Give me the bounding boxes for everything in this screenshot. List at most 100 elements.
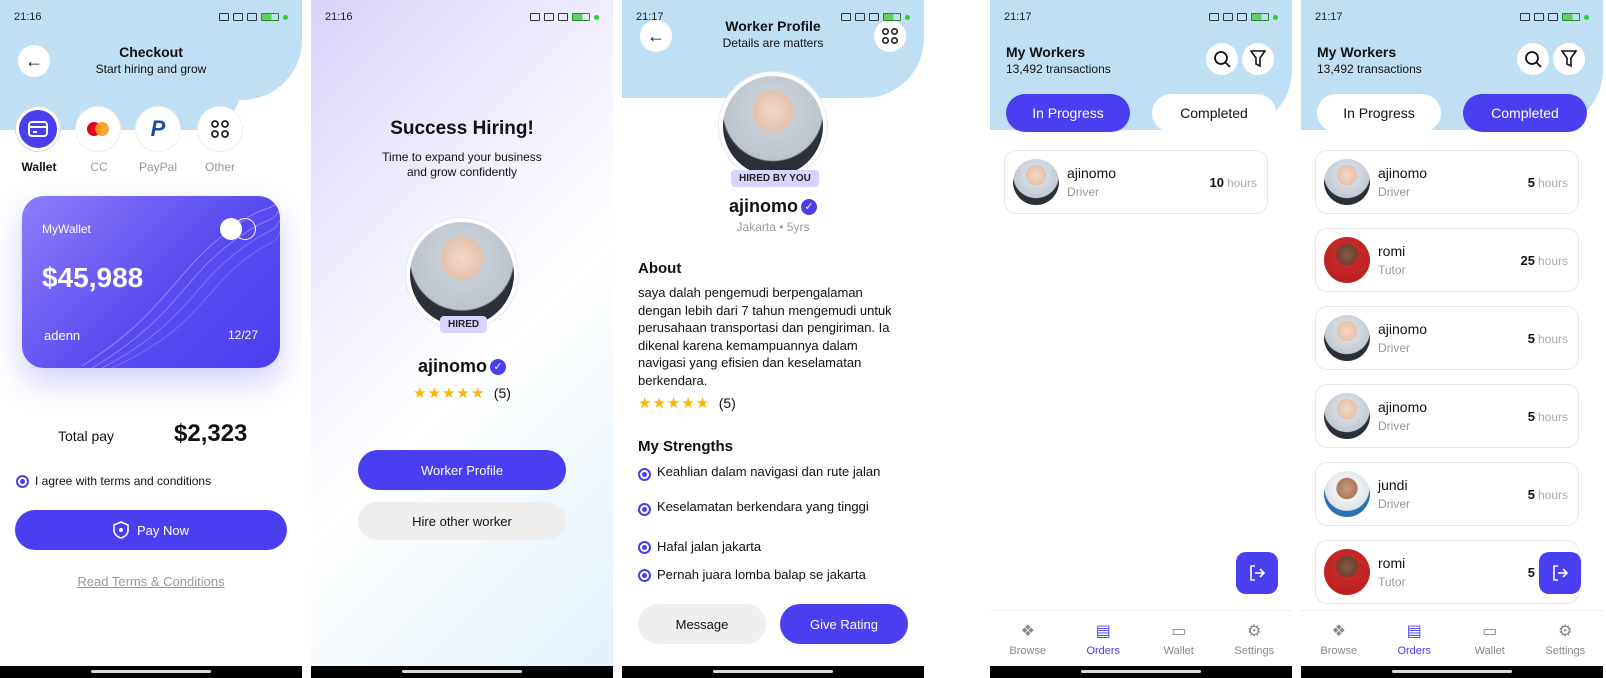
- worker-role: Tutor: [1378, 575, 1406, 589]
- hired-by-you-badge: HIRED BY YOU: [731, 170, 819, 187]
- star-rating-icon: ★★★★★: [638, 395, 711, 412]
- home-indicator: [1301, 666, 1603, 678]
- payment-method-cc[interactable]: [76, 107, 120, 151]
- status-icons: [219, 13, 288, 21]
- filter-button[interactable]: [1553, 43, 1585, 75]
- agree-text: I agree with terms and conditions: [35, 474, 212, 488]
- card-name: MyWallet: [42, 222, 91, 236]
- pay-now-label: Pay Now: [136, 522, 190, 538]
- browse-icon: ❖: [1020, 622, 1035, 640]
- wallet-icon: [28, 121, 48, 137]
- filter-button[interactable]: [1242, 43, 1274, 75]
- tab-completed[interactable]: Completed: [1152, 94, 1276, 132]
- search-icon: [1214, 51, 1231, 68]
- profile-rating-row: ★★★★★ (5): [638, 394, 736, 413]
- worker-hours: 25 hours: [1520, 253, 1569, 268]
- worker-list-item[interactable]: ajinomo Driver 5 hours: [1315, 150, 1579, 214]
- worker-profile-button[interactable]: Worker Profile: [358, 450, 566, 490]
- logout-fab[interactable]: [1236, 552, 1278, 594]
- worker-hours: 5hours: [1527, 331, 1568, 346]
- wallet-card[interactable]: MyWallet $45,988 adenn 12/27: [22, 196, 280, 368]
- worker-name: romi: [1378, 555, 1406, 571]
- filter-icon: [1250, 50, 1266, 68]
- worker-hours: 5hours: [1527, 409, 1568, 424]
- worker-avatar: [1324, 393, 1370, 439]
- payment-method-other[interactable]: [198, 107, 242, 151]
- tab-completed[interactable]: Completed: [1463, 94, 1587, 132]
- orders-icon: ▤: [1406, 622, 1422, 640]
- page-subtitle: Details are matters: [722, 36, 824, 50]
- home-indicator: [0, 666, 302, 678]
- payment-method-wallet[interactable]: [16, 107, 60, 151]
- worker-avatar: [1324, 471, 1370, 517]
- page-title: Worker Profile: [725, 18, 821, 34]
- strengths-heading: My Strengths: [638, 438, 734, 455]
- orders-icon: ▤: [1095, 622, 1111, 640]
- worker-list-item[interactable]: ajinomo Driver 5 hours: [1315, 306, 1579, 370]
- nav-wallet[interactable]: ▭ Wallet: [1452, 611, 1528, 666]
- worker-name-row: ajinomo ✓: [311, 356, 613, 377]
- total-pay-value: $2,323: [174, 420, 248, 447]
- header-titles: Worker Profile Details are matters: [622, 18, 924, 50]
- nav-settings[interactable]: ⚙ Settings: [1217, 611, 1293, 666]
- checkbox-checked-icon[interactable]: [16, 474, 29, 488]
- payment-method-paypal[interactable]: P: [136, 107, 180, 151]
- method-label-wallet: Wallet: [21, 160, 57, 174]
- wallet-icon: ▭: [1171, 622, 1187, 640]
- rating-row: ★★★★★ (5): [311, 384, 613, 403]
- card-owner: adenn: [44, 328, 81, 343]
- worker-avatar: [719, 72, 827, 180]
- gear-icon: ⚙: [1558, 622, 1573, 640]
- nav-orders[interactable]: ▤ Orders: [1066, 611, 1142, 666]
- worker-list-item[interactable]: ajinomo Driver 5 hours: [1315, 384, 1579, 448]
- rating-count: (5): [493, 385, 511, 401]
- nav-browse[interactable]: ❖ Browse: [1301, 611, 1377, 666]
- search-button[interactable]: [1206, 43, 1238, 75]
- nav-settings[interactable]: ⚙ Settings: [1528, 611, 1604, 666]
- worker-role: Tutor: [1378, 263, 1406, 277]
- status-time: 21:17: [1315, 11, 1343, 23]
- tab-in-progress[interactable]: In Progress: [1317, 94, 1441, 132]
- card-expiry: 12/27: [227, 328, 258, 342]
- status-time: 21:16: [325, 11, 353, 23]
- worker-avatar: [1324, 159, 1370, 205]
- nav-browse[interactable]: ❖ Browse: [990, 611, 1066, 666]
- give-rating-button[interactable]: Give Rating: [780, 604, 908, 644]
- worker-role: Driver: [1067, 185, 1099, 199]
- nav-wallet[interactable]: ▭ Wallet: [1141, 611, 1217, 666]
- worker-hours: 5hours: [1527, 487, 1568, 502]
- page-title: My Workers: [1317, 44, 1397, 60]
- worker-list-item[interactable]: jundi Driver 5 hours: [1315, 462, 1579, 526]
- worker-list-item[interactable]: romi Tutor 25 hours: [1315, 228, 1579, 292]
- success-screen: 21:16 Success Hiring! Time to expand you…: [311, 0, 613, 678]
- worker-role: Driver: [1378, 341, 1410, 355]
- home-indicator: [990, 666, 1292, 678]
- logout-fab[interactable]: [1539, 552, 1581, 594]
- transactions-count: 13,492 transactions: [1317, 62, 1422, 76]
- terms-checkbox-row[interactable]: I agree with terms and conditions: [16, 474, 211, 488]
- read-terms-link[interactable]: Read Terms & Conditions: [0, 574, 302, 589]
- message-button[interactable]: Message: [638, 604, 766, 644]
- worker-list-item[interactable]: ajinomo Driver 10 hours: [1004, 150, 1268, 214]
- worker-meta: Jakarta • 5yrs: [736, 220, 810, 234]
- verified-icon: ✓: [801, 199, 817, 216]
- worker-name: ajinomo: [1067, 165, 1117, 181]
- nav-orders[interactable]: ▤ Orders: [1377, 611, 1453, 666]
- page-title: Checkout: [119, 44, 183, 60]
- search-button[interactable]: [1517, 43, 1549, 75]
- worker-name-row: ajinomo ✓: [622, 196, 924, 217]
- hire-other-worker-button[interactable]: Hire other worker: [358, 502, 566, 540]
- worker-role: Driver: [1378, 419, 1410, 433]
- success-title: Success Hiring!: [390, 118, 534, 139]
- worker-name: ajinomo: [417, 356, 487, 376]
- worker-avatar: [1324, 315, 1370, 361]
- tab-in-progress[interactable]: In Progress: [1006, 94, 1130, 132]
- paypal-icon: P: [150, 116, 166, 141]
- pay-now-button[interactable]: Pay Now: [15, 510, 287, 550]
- status-bar: 21:17: [1004, 10, 1278, 24]
- bullet-radio-icon: [638, 541, 651, 555]
- gear-icon: ⚙: [1247, 622, 1262, 640]
- worker-name: ajinomo: [1378, 399, 1428, 415]
- home-indicator: [622, 666, 924, 678]
- bullet-radio-icon: [638, 468, 651, 482]
